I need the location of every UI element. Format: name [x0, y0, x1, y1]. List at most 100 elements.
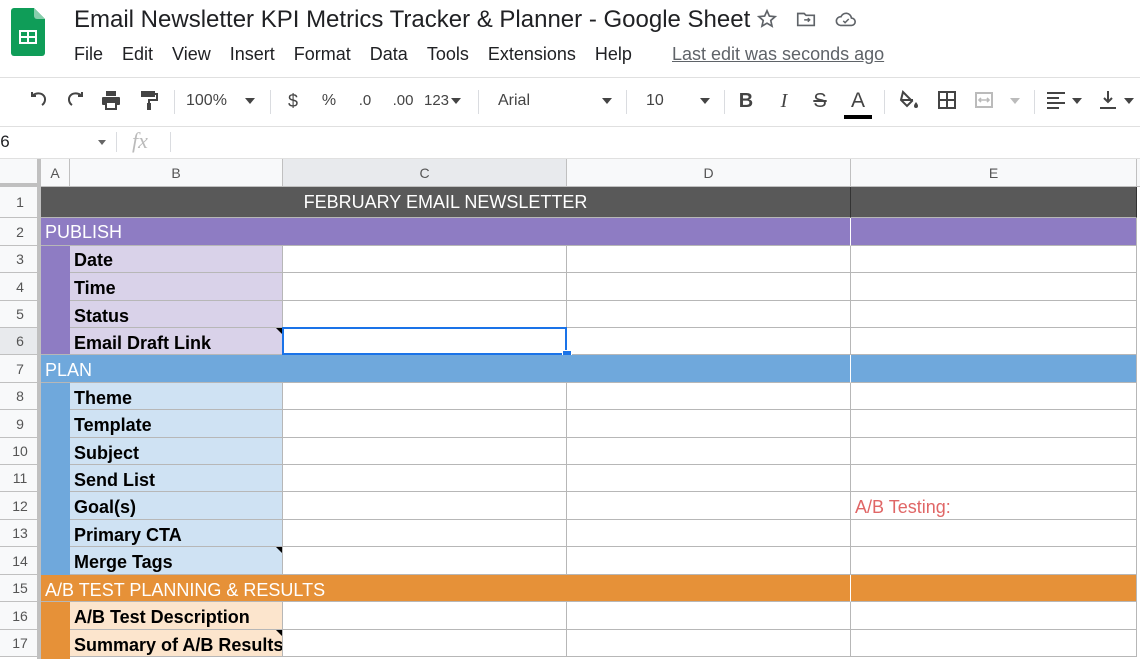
star-icon[interactable] [756, 8, 778, 30]
cell-e4[interactable] [851, 273, 1137, 301]
cell-e8[interactable] [851, 383, 1137, 410]
valign-bottom-icon[interactable] [1096, 88, 1136, 114]
cell-e6[interactable] [851, 328, 1137, 355]
move-to-folder-icon[interactable] [795, 8, 817, 30]
font-select[interactable]: Arial [498, 88, 616, 114]
format-percent-button[interactable]: % [318, 88, 340, 114]
cell-c8[interactable] [283, 383, 567, 410]
label-status[interactable]: Status [70, 301, 283, 328]
cell-d3[interactable] [567, 246, 851, 273]
cell-c16[interactable] [283, 602, 567, 630]
row-header-7[interactable]: 7 [0, 355, 41, 383]
label-template[interactable]: Template [70, 410, 283, 438]
cell-d11[interactable] [567, 465, 851, 492]
cell-d16[interactable] [567, 602, 851, 630]
more-formats-button[interactable]: 123 [424, 88, 468, 114]
borders-icon[interactable] [934, 88, 960, 114]
menu-tools[interactable]: Tools [427, 42, 469, 66]
row-header-14[interactable]: 14 [0, 547, 41, 575]
sheets-logo-icon[interactable] [11, 8, 45, 56]
cell-e9[interactable] [851, 410, 1137, 438]
cell-d5[interactable] [567, 301, 851, 328]
menu-file[interactable]: File [74, 42, 103, 66]
menu-format[interactable]: Format [294, 42, 351, 66]
cell-e10[interactable] [851, 438, 1137, 465]
cell-e12[interactable]: A/B Testing: [851, 492, 1137, 520]
menu-view[interactable]: View [172, 42, 211, 66]
label-merge-tags[interactable]: Merge Tags [70, 547, 283, 575]
cell-d8[interactable] [567, 383, 851, 410]
format-currency-button[interactable]: $ [282, 88, 304, 114]
label-theme[interactable]: Theme [70, 383, 283, 410]
label-time[interactable]: Time [70, 273, 283, 301]
last-edit-link[interactable]: Last edit was seconds ago [672, 42, 884, 66]
menu-edit[interactable]: Edit [122, 42, 153, 66]
formula-input[interactable] [180, 126, 1130, 158]
cell-c12[interactable] [283, 492, 567, 520]
cell-c14[interactable] [283, 547, 567, 575]
cell-d4[interactable] [567, 273, 851, 301]
increase-decimal-button[interactable]: .00 [388, 88, 418, 114]
section-publish[interactable]: PUBLISH [41, 218, 851, 246]
cell-c4[interactable] [283, 273, 567, 301]
column-header-e[interactable]: E [851, 159, 1137, 187]
document-title[interactable]: Email Newsletter KPI Metrics Tracker & P… [74, 4, 750, 36]
name-box[interactable]: C6 [0, 126, 112, 158]
row-header-15[interactable]: 15 [0, 575, 41, 602]
row-header-17[interactable]: 17 [0, 630, 41, 657]
print-icon[interactable] [98, 88, 124, 114]
row-header-8[interactable]: 8 [0, 383, 41, 410]
row-header-4[interactable]: 4 [0, 273, 41, 301]
row-header-5[interactable]: 5 [0, 301, 41, 328]
label-subject[interactable]: Subject [70, 438, 283, 465]
row-header-2[interactable]: 2 [0, 218, 41, 246]
italic-button[interactable]: I [772, 88, 796, 114]
cell-e15[interactable] [851, 575, 1137, 602]
cell-c5[interactable] [283, 301, 567, 328]
cell-c11[interactable] [283, 465, 567, 492]
cloud-status-icon[interactable] [834, 8, 856, 30]
cell-d14[interactable] [567, 547, 851, 575]
cell-e3[interactable] [851, 246, 1137, 273]
cell-e17[interactable] [851, 630, 1137, 657]
row-header-12[interactable]: 12 [0, 492, 41, 520]
cell-e14[interactable] [851, 547, 1137, 575]
row-header-10[interactable]: 10 [0, 438, 41, 465]
row-header-6[interactable]: 6 [0, 328, 41, 355]
cell-e11[interactable] [851, 465, 1137, 492]
cell-c9[interactable] [283, 410, 567, 438]
label-primary-cta[interactable]: Primary CTA [70, 520, 283, 547]
label-summary-ab-results[interactable]: Summary of A/B Results [70, 630, 283, 657]
row-header-9[interactable]: 9 [0, 410, 41, 438]
selected-cell-c6[interactable] [282, 327, 567, 355]
menu-insert[interactable]: Insert [230, 42, 275, 66]
select-all-corner[interactable] [0, 159, 41, 187]
cell-e5[interactable] [851, 301, 1137, 328]
label-date[interactable]: Date [70, 246, 283, 273]
font-size-select[interactable]: 10 [646, 88, 714, 114]
column-header-d[interactable]: D [567, 159, 851, 187]
label-goals[interactable]: Goal(s) [70, 492, 283, 520]
menu-help[interactable]: Help [595, 42, 632, 66]
row-header-3[interactable]: 3 [0, 246, 41, 273]
cell-d10[interactable] [567, 438, 851, 465]
cell-c10[interactable] [283, 438, 567, 465]
cell-c3[interactable] [283, 246, 567, 273]
cell-e16[interactable] [851, 602, 1137, 630]
cell-d6[interactable] [567, 328, 851, 355]
label-send-list[interactable]: Send List [70, 465, 283, 492]
zoom-select[interactable]: 100% [186, 88, 262, 114]
column-header-c[interactable]: C [283, 159, 567, 187]
fill-color-icon[interactable] [896, 88, 922, 114]
column-header-a[interactable]: A [41, 159, 70, 187]
text-color-button[interactable]: A [844, 88, 872, 119]
cell-e1[interactable] [851, 187, 1137, 218]
cell-d17[interactable] [567, 630, 851, 657]
redo-icon[interactable] [62, 88, 88, 114]
cell-e13[interactable] [851, 520, 1137, 547]
row-header-11[interactable]: 11 [0, 465, 41, 492]
menu-extensions[interactable]: Extensions [488, 42, 576, 66]
bold-button[interactable]: B [734, 88, 758, 114]
align-left-icon[interactable] [1044, 88, 1086, 114]
title-row[interactable]: FEBRUARY EMAIL NEWSLETTER [41, 187, 851, 218]
